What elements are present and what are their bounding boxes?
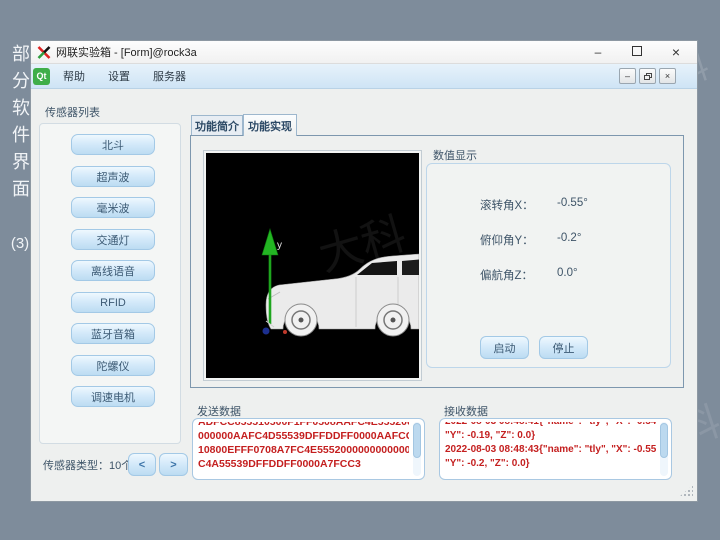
send-data-line: 10800EFFF0708A7FC4E5552000000000000A7F bbox=[198, 443, 409, 457]
mdi-close-icon[interactable]: × bbox=[659, 68, 676, 84]
next-page-button[interactable]: > bbox=[159, 453, 188, 476]
roll-angle-value: -0.55° bbox=[557, 197, 627, 209]
receive-data-title: 接收数据 bbox=[444, 403, 488, 419]
close-icon[interactable]: × bbox=[669, 41, 683, 64]
sensor-list-panel: 北斗 超声波 毫米波 交通灯 离线语音 RFID 蓝牙音箱 陀螺仪 调速电机 bbox=[39, 123, 181, 444]
mdi-minimize-icon[interactable]: – bbox=[619, 68, 636, 84]
sensor-button-trafficlight[interactable]: 交通灯 bbox=[71, 229, 155, 250]
value-display-title: 数值显示 bbox=[433, 147, 477, 163]
title-bar: 网联实验箱 - [Form]@rock3a – × bbox=[31, 41, 697, 64]
sensor-button-ultrasonic[interactable]: 超声波 bbox=[71, 166, 155, 187]
sensor-button-mmwave[interactable]: 毫米波 bbox=[71, 197, 155, 218]
sensor-button-speed-motor[interactable]: 调速电机 bbox=[71, 386, 155, 407]
start-button[interactable]: 启动 bbox=[480, 336, 529, 359]
mdi-restore-icon[interactable] bbox=[639, 68, 656, 84]
send-data-title: 发送数据 bbox=[197, 403, 241, 419]
yaw-angle-label: 偏航角Z： bbox=[480, 267, 542, 283]
sensor-button-beidou[interactable]: 北斗 bbox=[71, 134, 155, 155]
yaw-angle-value: 0.0° bbox=[557, 267, 627, 279]
send-scrollbar[interactable] bbox=[413, 422, 421, 476]
resize-grip[interactable] bbox=[679, 485, 693, 497]
send-data-line: C4A55539DFFDDFF0000A7FCC3 bbox=[198, 457, 409, 471]
stop-button[interactable]: 停止 bbox=[539, 336, 588, 359]
x-logo-icon bbox=[37, 46, 51, 59]
menu-server[interactable]: 服务器 bbox=[150, 68, 189, 84]
menu-settings[interactable]: 设置 bbox=[105, 68, 133, 84]
tab-function-intro[interactable]: 功能简介 bbox=[191, 115, 243, 136]
axis-label-y: y bbox=[277, 240, 282, 251]
tab-function-impl[interactable]: 功能实现 bbox=[243, 114, 297, 136]
qt-icon: Qt bbox=[33, 68, 50, 85]
menu-bar: Qt 帮助 设置 服务器 – × bbox=[31, 64, 697, 89]
receive-data-line: "Y": -0.2, "Z": 0.0} bbox=[445, 457, 656, 471]
sensor-type-count: 传感器类型：10个 bbox=[43, 457, 132, 473]
value-display-box: 滚转角X： -0.55° 俯仰角Y： -0.2° 偏航角Z： 0.0° 启动 停… bbox=[426, 163, 671, 368]
send-data-line: 000000AAFC4D55539DFFDDFF0000AAFCC6555 bbox=[198, 429, 409, 443]
slide-background: { "slide": { "caption_cn": "部分软件界面", "ca… bbox=[0, 0, 720, 540]
roll-angle-label: 滚转角X： bbox=[480, 197, 542, 213]
receive-data-box[interactable]: 2022-08-03 08:48:41{"name": "tly", "X": … bbox=[439, 418, 672, 480]
car-3d-viewport[interactable]: 大科 y bbox=[204, 151, 421, 380]
sensor-button-bt-speaker[interactable]: 蓝牙音箱 bbox=[71, 323, 155, 344]
car-3d-view: 大科 y bbox=[206, 153, 419, 378]
receive-scrollbar[interactable] bbox=[660, 422, 668, 476]
window-title: 网联实验箱 - [Form]@rock3a bbox=[56, 44, 197, 60]
receive-data-line: "Y": -0.19, "Z": 0.0} bbox=[445, 429, 656, 443]
prev-page-button[interactable]: < bbox=[128, 453, 156, 476]
send-data-box[interactable]: ADFCC855510500F1FF0508AAFC4E5552000000 0… bbox=[192, 418, 425, 480]
maximize-icon[interactable] bbox=[630, 41, 644, 64]
pitch-angle-value: -0.2° bbox=[557, 232, 627, 244]
pitch-angle-label: 俯仰角Y： bbox=[480, 232, 542, 248]
minimize-icon[interactable]: – bbox=[591, 41, 605, 64]
menu-help[interactable]: 帮助 bbox=[60, 68, 88, 84]
sensor-list-title: 传感器列表 bbox=[45, 104, 100, 120]
sensor-button-gyroscope[interactable]: 陀螺仪 bbox=[71, 355, 155, 376]
sensor-button-offline-voice[interactable]: 离线语音 bbox=[71, 260, 155, 281]
receive-data-line: 2022-08-03 08:48:41{"name": "tly", "X": … bbox=[445, 422, 656, 429]
receive-data-line: 2022-08-03 08:48:43{"name": "tly", "X": … bbox=[445, 443, 656, 457]
sensor-button-rfid[interactable]: RFID bbox=[71, 292, 155, 313]
send-data-line: ADFCC855510500F1FF0508AAFC4E5552000000 bbox=[198, 422, 409, 429]
app-window: 网联实验箱 - [Form]@rock3a – × Qt 帮助 设置 服务器 –… bbox=[30, 40, 698, 502]
